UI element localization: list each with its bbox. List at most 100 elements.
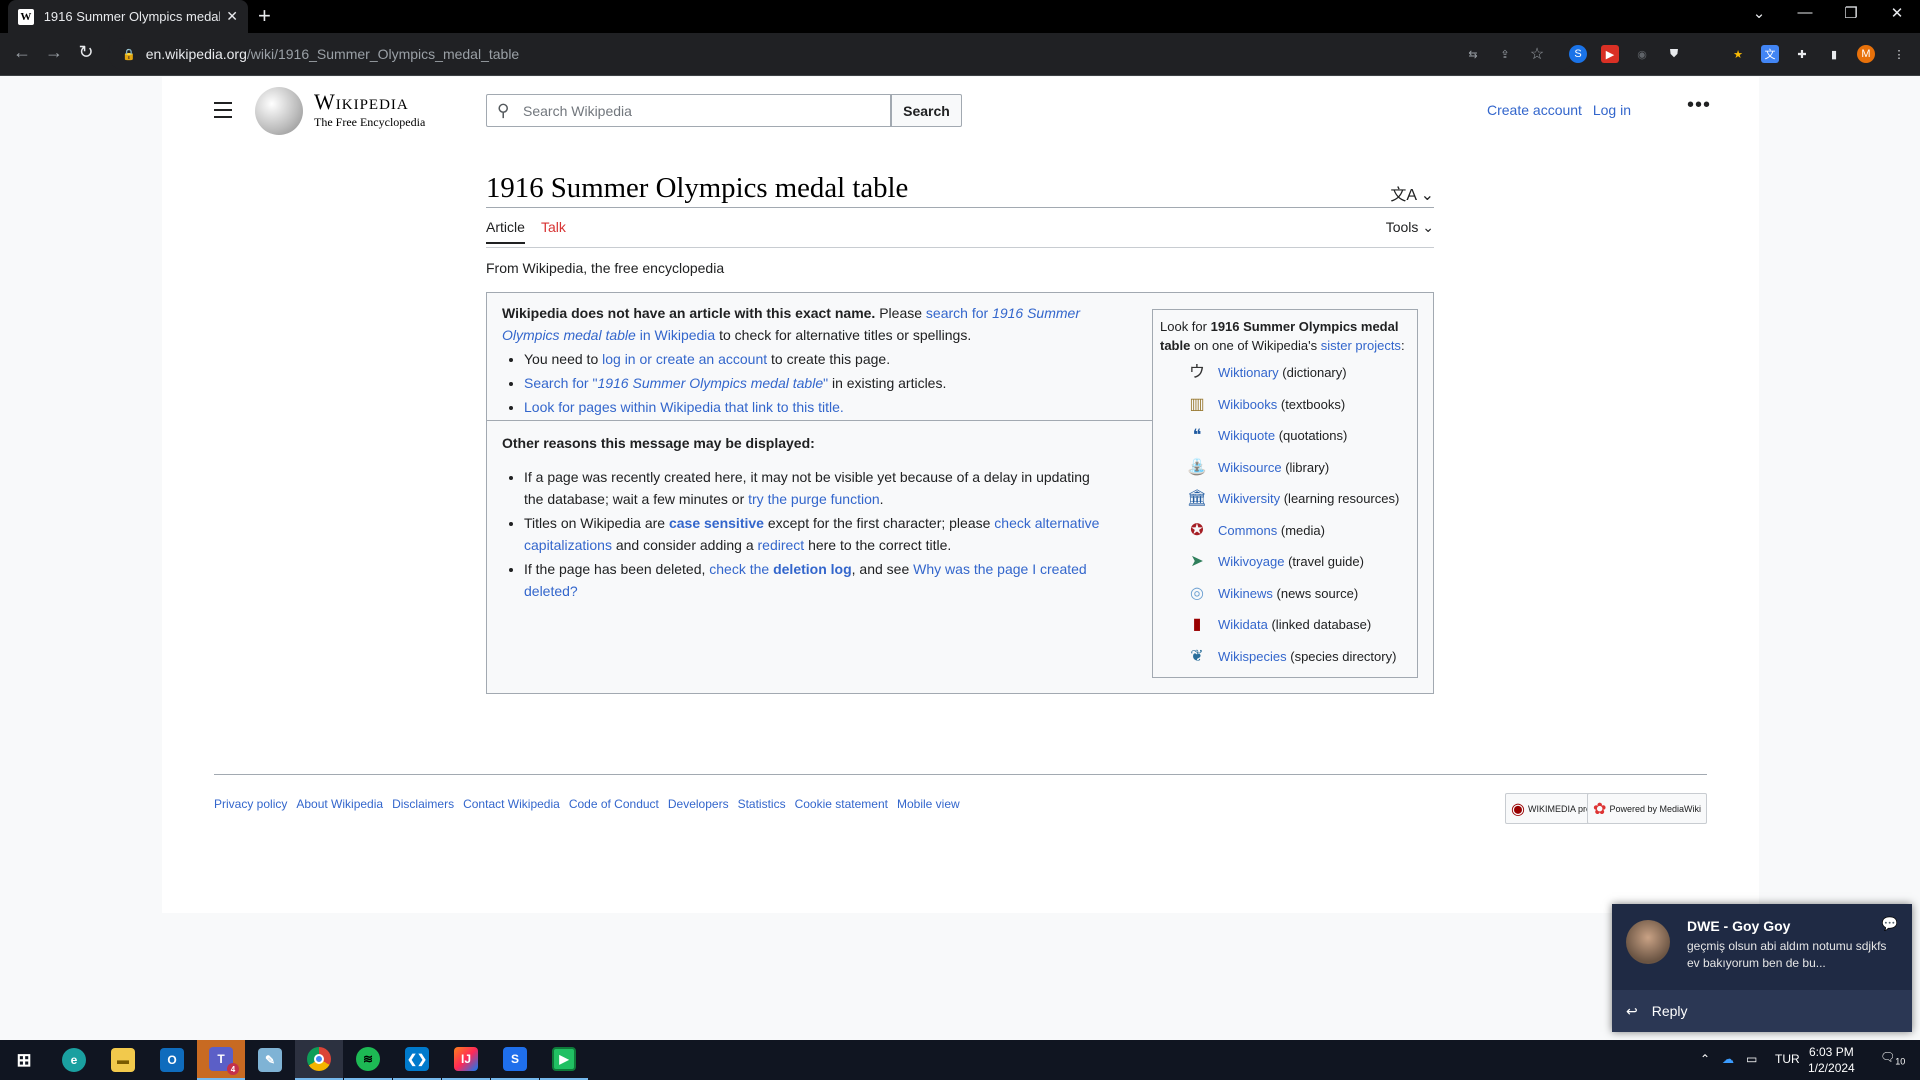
search-button[interactable]: Search — [891, 94, 962, 127]
sister-project-link[interactable]: Wikisource — [1218, 458, 1282, 477]
search-existing-articles-link[interactable]: Search for "1916 Summer Olympics medal t… — [524, 375, 828, 391]
minimize-button[interactable]: — — [1782, 4, 1828, 21]
network-icon[interactable]: ▭ — [1746, 1052, 1757, 1066]
footer-link[interactable]: Contact Wikipedia — [463, 797, 560, 811]
main-menu-icon[interactable] — [214, 102, 232, 123]
deletion-log-link[interactable]: check the deletion log — [709, 561, 851, 577]
sister-project-link[interactable]: Wikidata — [1218, 615, 1268, 634]
wikipedia-wordmark[interactable]: Wikipedia The Free Encyclopedia — [314, 89, 425, 130]
taskbar-outlook[interactable]: O — [148, 1040, 196, 1080]
sister-project-link[interactable]: Wikiversity — [1218, 489, 1280, 508]
sister-project-link[interactable]: Commons — [1218, 521, 1277, 540]
browser-tab-strip: W 1916 Summer Olympics medal t ✕ + ⌄ — ❐… — [0, 0, 1920, 33]
log-in-link[interactable]: Log in — [1593, 102, 1631, 118]
taskbar-sourcetree[interactable]: S — [491, 1040, 539, 1080]
extension-blue-icon[interactable]: S — [1569, 45, 1587, 63]
restore-button[interactable]: ❐ — [1828, 4, 1874, 22]
tab-talk[interactable]: Talk — [541, 219, 566, 235]
sister-project-link[interactable]: Wikibooks — [1218, 395, 1277, 414]
browser-menu-icon[interactable]: ⋮ — [1890, 45, 1908, 63]
sister-project-link[interactable]: Wikispecies — [1218, 647, 1287, 666]
sister-project-item: ◎ Wikinews (news source) — [1160, 578, 1410, 610]
taskbar-terminal[interactable]: ▶ — [540, 1040, 588, 1080]
bookmark-star-icon[interactable]: ☆ — [1528, 45, 1546, 63]
list-item: Look for pages within Wikipedia that lin… — [524, 396, 1082, 418]
other-reasons-list: If a page was recently created here, it … — [524, 466, 1102, 602]
taskbar-clock[interactable]: 6:03 PM 1/2/2024 — [1808, 1044, 1855, 1076]
sister-project-item: ❦ Wikispecies (species directory) — [1160, 641, 1410, 673]
reload-button[interactable]: ↻ — [74, 42, 98, 63]
onedrive-cloud-icon[interactable]: ☁ — [1722, 1052, 1734, 1066]
tools-dropdown[interactable]: Tools ⌄ — [1386, 219, 1434, 236]
sister-project-item: ▮ Wikidata (linked database) — [1160, 609, 1410, 641]
create-account-link[interactable]: Create account — [1487, 102, 1582, 118]
page-tabs: Article Talk Tools ⌄ — [486, 208, 1434, 248]
share-icon[interactable]: ⇪ — [1496, 45, 1514, 63]
browser-tab-active[interactable]: W 1916 Summer Olympics medal t ✕ — [8, 0, 248, 33]
language-icon: 文A — [1390, 187, 1417, 204]
close-window-button[interactable]: ✕ — [1874, 4, 1920, 22]
sister-project-link[interactable]: Wikiquote — [1218, 426, 1275, 445]
extension-shield-icon[interactable]: ⛊ — [1665, 45, 1683, 63]
list-item: Titles on Wikipedia are case sensitive e… — [524, 512, 1102, 556]
wikipedia-globe-logo[interactable] — [255, 87, 303, 135]
powered-by-mediawiki-badge[interactable]: ✿ Powered by MediaWiki — [1587, 793, 1707, 824]
sister-projects-link[interactable]: sister projects — [1321, 338, 1401, 353]
sister-project-link[interactable]: Wiktionary — [1218, 363, 1279, 382]
edge-icon: e — [62, 1048, 86, 1072]
taskbar-edge[interactable]: e — [50, 1040, 98, 1080]
reply-button[interactable]: ↩ Reply — [1612, 990, 1912, 1032]
input-language[interactable]: TUR — [1775, 1052, 1800, 1066]
footer-link[interactable]: About Wikipedia — [296, 797, 383, 811]
sister-project-desc: (learning resources) — [1280, 491, 1400, 507]
sister-project-desc: (travel guide) — [1284, 554, 1364, 570]
tab-article[interactable]: Article — [486, 219, 525, 244]
more-options-icon[interactable]: ••• — [1687, 94, 1711, 117]
footer-link[interactable]: Privacy policy — [214, 797, 287, 811]
sister-project-link[interactable]: Wikinews — [1218, 584, 1273, 603]
language-selector[interactable]: 文A ⌄ — [1390, 181, 1434, 205]
taskbar-teams[interactable]: T4 — [197, 1040, 245, 1080]
search-input[interactable] — [523, 102, 863, 119]
extensions-puzzle-icon[interactable]: ✚ — [1793, 45, 1811, 63]
login-create-account-link[interactable]: log in or create an account — [602, 351, 767, 367]
new-tab-button[interactable]: + — [258, 5, 271, 27]
footer-link[interactable]: Developers — [668, 797, 729, 811]
footer-link[interactable]: Code of Conduct — [569, 797, 659, 811]
footer-link[interactable]: Disclaimers — [392, 797, 454, 811]
extension-grey-icon[interactable]: ◉ — [1633, 45, 1651, 63]
back-button[interactable]: ← — [10, 42, 34, 63]
extension-yellow-icon[interactable]: ★ — [1729, 45, 1747, 63]
taskbar-notepad[interactable]: ✎ — [246, 1040, 294, 1080]
translate-icon[interactable]: ⇆ — [1464, 45, 1482, 63]
taskbar-chrome[interactable] — [295, 1040, 343, 1080]
footer-link[interactable]: Statistics — [738, 797, 786, 811]
address-bar[interactable]: 🔒 en.wikipedia.org/wiki/1916_Summer_Olym… — [108, 38, 1576, 70]
side-panel-icon[interactable]: ▮ — [1825, 45, 1843, 63]
mediawiki-logo-icon: ✿ — [1593, 800, 1607, 818]
footer-link[interactable]: Mobile view — [897, 797, 960, 811]
teams-notification[interactable]: DWE - Goy Goy geçmiş olsun abi aldım not… — [1612, 904, 1912, 1032]
extension-red-icon[interactable]: ▶ — [1601, 45, 1619, 63]
profile-avatar[interactable]: M — [1857, 45, 1875, 63]
taskbar-intellij[interactable]: IJ — [442, 1040, 490, 1080]
redirect-link[interactable]: redirect — [758, 537, 805, 553]
show-hidden-icons-chevron[interactable]: ⌃ — [1700, 1052, 1710, 1066]
footer-link[interactable]: Cookie statement — [795, 797, 888, 811]
case-sensitive-link[interactable]: case sensitive — [669, 515, 764, 531]
action-center-button[interactable]: 🗨10 — [1880, 1050, 1905, 1066]
start-button[interactable]: ⊞ — [0, 1040, 48, 1080]
chat-bubble-icon[interactable]: 💬 — [1882, 916, 1898, 932]
taskbar-spotify[interactable]: ≋ — [344, 1040, 392, 1080]
taskbar-vscode[interactable]: ❮❯ — [393, 1040, 441, 1080]
taskbar-file-explorer[interactable]: ▬ — [99, 1040, 147, 1080]
close-tab-icon[interactable]: ✕ — [226, 8, 238, 25]
tab-search-button[interactable]: ⌄ — [1736, 4, 1782, 22]
purge-function-link[interactable]: try the purge function — [748, 491, 880, 507]
vscode-icon: ❮❯ — [405, 1047, 429, 1071]
forward-button[interactable]: → — [42, 42, 66, 63]
what-links-here-link[interactable]: Look for pages within Wikipedia that lin… — [524, 399, 844, 415]
footer-links: Privacy policy About Wikipedia Disclaimers… — [214, 797, 1707, 811]
sister-project-link[interactable]: Wikivoyage — [1218, 552, 1284, 571]
extension-translate-icon[interactable]: 文 — [1761, 45, 1779, 63]
